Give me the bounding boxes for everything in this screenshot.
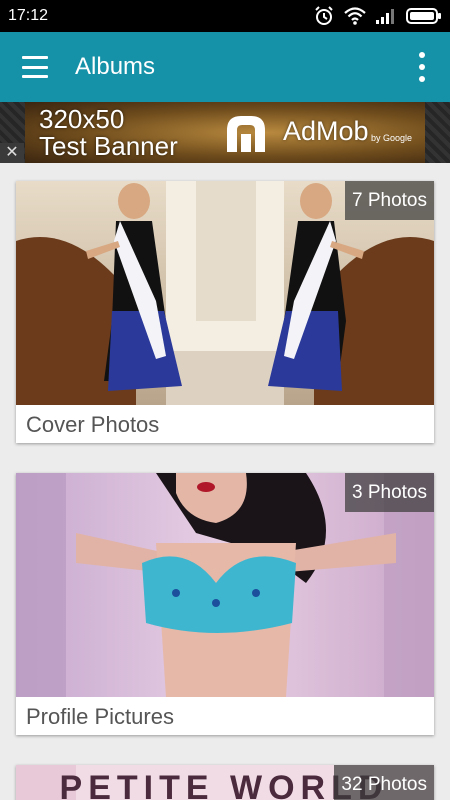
ad-text: 320x50 Test Banner bbox=[39, 106, 178, 160]
wifi-icon bbox=[344, 7, 366, 25]
battery-icon bbox=[406, 8, 441, 24]
ad-area: 320x50 Test Banner AdMob by Google ✕ bbox=[0, 102, 450, 163]
ad-line2: Test Banner bbox=[39, 131, 178, 161]
alarm-icon bbox=[315, 6, 333, 25]
ad-banner[interactable]: 320x50 Test Banner AdMob by Google bbox=[25, 102, 425, 163]
menu-icon[interactable] bbox=[22, 56, 48, 78]
page-title: Albums bbox=[75, 53, 156, 80]
status-time: 17:12 bbox=[8, 7, 49, 24]
album-card-cover-photos[interactable]: 7 Photos Cover Photos bbox=[16, 181, 434, 443]
album-cover-image: 3 Photos bbox=[16, 473, 434, 697]
ad-line1: 320x50 bbox=[39, 104, 125, 134]
album-card-profile-pictures[interactable]: 3 Photos Profile Pictures bbox=[16, 473, 434, 735]
ad-by-google: by Google bbox=[371, 133, 413, 143]
overflow-menu-icon[interactable] bbox=[416, 52, 428, 82]
ad-brand: AdMob bbox=[283, 116, 369, 146]
album-cover-image: PETITE WORLD 32 Photos bbox=[16, 765, 434, 800]
status-icons bbox=[314, 6, 442, 26]
photo-count-badge: 7 Photos bbox=[345, 181, 434, 220]
album-card-third[interactable]: PETITE WORLD 32 Photos bbox=[16, 765, 434, 800]
photo-count-badge: 32 Photos bbox=[334, 765, 434, 800]
signal-icon bbox=[376, 9, 394, 24]
album-title: Profile Pictures bbox=[26, 704, 174, 729]
status-bar: 17:12 bbox=[0, 0, 450, 32]
album-title: Cover Photos bbox=[26, 412, 160, 437]
album-cover-image: 7 Photos bbox=[16, 181, 434, 405]
ad-close-icon[interactable]: ✕ bbox=[0, 143, 24, 163]
admob-logo-icon bbox=[227, 116, 265, 152]
app-bar: Albums bbox=[0, 32, 450, 102]
photo-count-badge: 3 Photos bbox=[345, 473, 434, 512]
